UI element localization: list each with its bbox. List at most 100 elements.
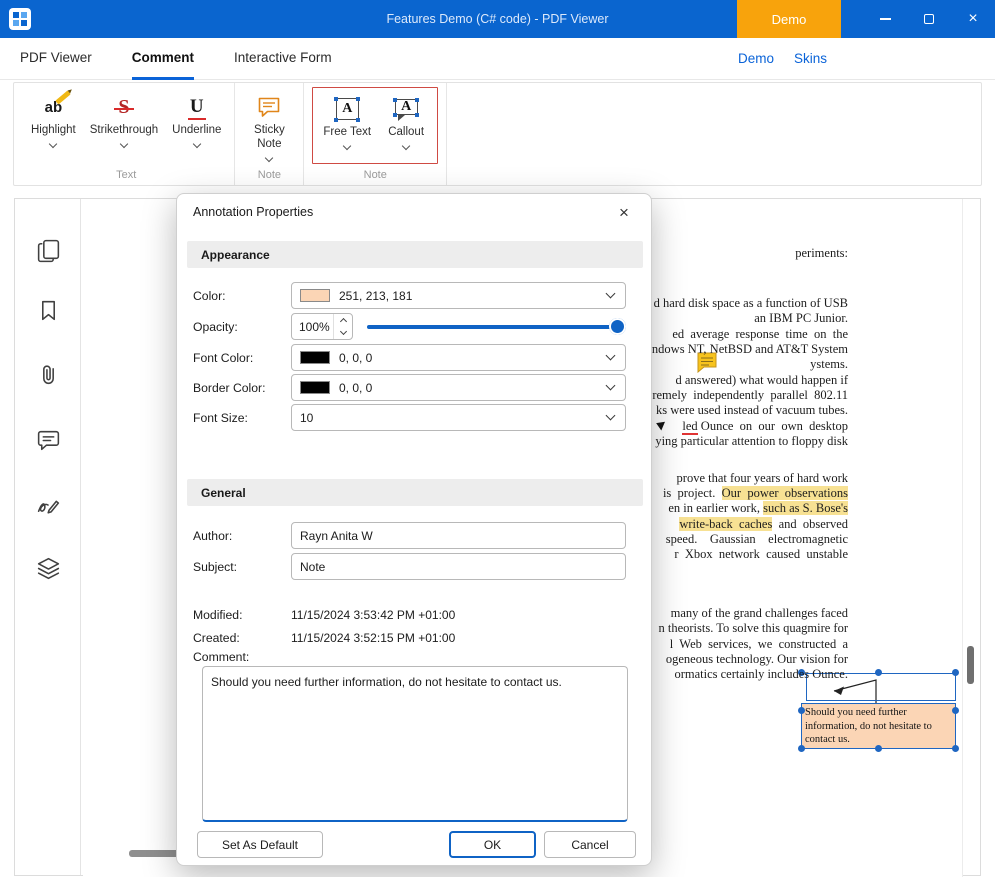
modified-value: 11/15/2024 3:53:42 PM +01:00	[291, 608, 455, 622]
font-color-row: Font Color: 0, 0, 0	[193, 344, 626, 371]
attachments-icon	[35, 361, 62, 388]
sticky-note-button[interactable]: Sticky Note	[243, 87, 295, 164]
vertical-scrollbar-thumb[interactable]	[967, 646, 974, 684]
opacity-spinner[interactable]: 100%	[291, 313, 353, 340]
titlebar: Features Demo (C# code) - PDF Viewer Dem…	[0, 0, 995, 38]
modified-label: Modified:	[193, 608, 291, 622]
strikethrough-icon: S	[118, 93, 129, 121]
tab-interactive-form[interactable]: Interactive Form	[234, 38, 332, 80]
selection-handle[interactable]	[952, 745, 959, 752]
document-text-line: write-back caches and observed	[679, 517, 848, 532]
font-color-dropdown[interactable]: 0, 0, 0	[291, 344, 626, 371]
text-cursor-icon	[656, 419, 668, 431]
chevron-down-icon	[265, 153, 273, 161]
document-text-line: many of the grand challenges faced	[671, 606, 848, 621]
skins-link[interactable]: Skins	[794, 38, 827, 80]
opacity-slider-thumb[interactable]	[609, 318, 626, 335]
chevron-down-icon	[120, 140, 128, 148]
opacity-row: Opacity: 100%	[193, 313, 626, 340]
close-window-button[interactable]: ×	[951, 0, 995, 38]
opacity-slider[interactable]	[367, 313, 626, 340]
chevron-down-icon	[402, 142, 410, 150]
window-controls: ×	[863, 0, 995, 38]
document-text-line: ndows NT, NetBSD and AT&T System	[652, 342, 848, 357]
underline-icon: U	[190, 93, 204, 121]
free-text-button[interactable]: A Free Text	[318, 89, 376, 162]
selection-handle[interactable]	[798, 745, 805, 752]
font-color-value: 0, 0, 0	[339, 351, 598, 365]
document-text-line: an IBM PC Junior.	[754, 311, 848, 326]
font-color-label: Font Color:	[193, 351, 291, 365]
tab-comment[interactable]: Comment	[132, 38, 194, 80]
app-icon	[9, 8, 31, 30]
ribbon-group-sticky-note: Sticky Note Note	[235, 83, 304, 185]
demo-link[interactable]: Demo	[738, 38, 774, 80]
ribbon-group-label-note2: Note	[312, 164, 438, 185]
signature-button[interactable]	[35, 491, 62, 518]
maximize-button[interactable]	[907, 0, 951, 38]
selection-handle[interactable]	[952, 669, 959, 676]
dialog-close-button[interactable]: ×	[609, 200, 639, 226]
chevron-up-icon	[339, 318, 346, 325]
selection-handle[interactable]	[798, 707, 805, 714]
border-color-row: Border Color: 0, 0, 0	[193, 374, 626, 401]
thumbnails-icon	[35, 237, 62, 264]
document-text-line: is project. Our power observations	[663, 486, 848, 501]
document-text-line: d answered) what would happen if	[675, 373, 848, 388]
callout-text-box[interactable]: Should you need further information, do …	[801, 703, 956, 749]
created-row: Created: 11/15/2024 3:52:15 PM +01:00	[193, 624, 626, 651]
underline-button[interactable]: U Underline	[167, 87, 226, 164]
tab-pdf-viewer[interactable]: PDF Viewer	[20, 38, 92, 80]
selection-handle[interactable]	[952, 707, 959, 714]
font-color-swatch	[300, 351, 330, 364]
strikethrough-label: Strikethrough	[90, 124, 158, 138]
ok-button[interactable]: OK	[449, 831, 536, 858]
opacity-slider-track[interactable]	[367, 325, 624, 329]
font-size-dropdown[interactable]: 10	[291, 404, 626, 431]
selection-handle[interactable]	[875, 669, 882, 676]
comments-button[interactable]	[35, 427, 62, 454]
opacity-increase-button[interactable]	[334, 314, 352, 327]
document-text-line: en in earlier work, such as S. Bose's	[668, 501, 848, 516]
subject-row: Subject:	[193, 553, 626, 580]
dialog-title: Annotation Properties	[193, 205, 313, 219]
color-dropdown[interactable]: 251, 213, 181	[291, 282, 626, 309]
menu-links: Demo Skins	[738, 38, 827, 80]
thumbnails-button[interactable]	[35, 237, 62, 264]
set-as-default-button[interactable]: Set As Default	[197, 831, 323, 858]
attachments-button[interactable]	[35, 361, 62, 388]
free-text-label: Free Text	[323, 126, 371, 140]
document-text-line: ed average response time on the	[672, 327, 848, 342]
chevron-down-icon	[606, 411, 616, 421]
sticky-note-icon	[256, 93, 282, 121]
created-value: 11/15/2024 3:52:15 PM +01:00	[291, 631, 455, 645]
highlight-button[interactable]: ab Highlight	[26, 87, 81, 164]
selection-handle[interactable]	[875, 745, 882, 752]
font-size-row: Font Size: 10	[193, 404, 626, 431]
callout-button[interactable]: A Callout	[380, 89, 432, 162]
layers-button[interactable]	[35, 555, 62, 582]
side-toolbar	[15, 199, 81, 875]
menubar: PDF Viewer Comment Interactive Form Demo…	[0, 38, 995, 80]
document-text-line: periments:	[795, 246, 848, 261]
opacity-decrease-button[interactable]	[334, 327, 352, 340]
comment-textarea[interactable]: Should you need further information, do …	[202, 666, 628, 822]
subject-input[interactable]	[291, 553, 626, 580]
cancel-button[interactable]: Cancel	[544, 831, 636, 858]
author-input[interactable]	[291, 522, 626, 549]
created-label: Created:	[193, 631, 291, 645]
strikethrough-button[interactable]: S Strikethrough	[85, 87, 163, 164]
app-logo-icon	[13, 12, 27, 26]
border-color-dropdown[interactable]: 0, 0, 0	[291, 374, 626, 401]
document-text-line: prove that four years of hard work	[677, 471, 848, 486]
subject-label: Subject:	[193, 560, 291, 574]
minimize-button[interactable]	[863, 0, 907, 38]
bookmarks-button[interactable]	[35, 297, 62, 324]
chevron-down-icon	[49, 140, 57, 148]
ribbon-group-label-text: Text	[26, 164, 226, 185]
document-text-line: remely independently parallel 802.11	[652, 388, 848, 403]
document-text-line: ogeneous technology. Our vision for	[666, 652, 848, 667]
demo-badge-button[interactable]: Demo	[737, 0, 841, 38]
chevron-down-icon	[339, 328, 346, 335]
chevron-down-icon	[606, 351, 616, 361]
